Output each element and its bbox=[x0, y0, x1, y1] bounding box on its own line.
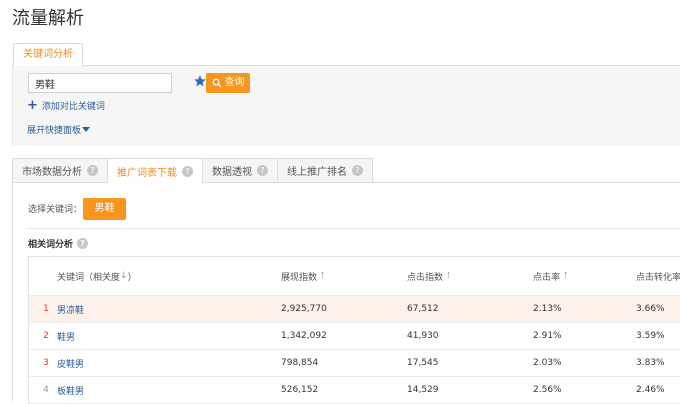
row-keyword-link[interactable]: 男凉鞋 bbox=[57, 296, 84, 322]
table-row[interactable]: 3 皮鞋男 798,854 17,545 2.03% 3.83% bbox=[29, 350, 680, 377]
col-clicks-label: 点击指数 bbox=[407, 272, 444, 283]
row-rank: 4 bbox=[43, 385, 49, 395]
query-button-label: 查询 bbox=[224, 77, 245, 88]
row-clicks: 41,930 bbox=[407, 331, 439, 341]
col-ctr-label: 点击率 bbox=[533, 272, 561, 283]
row-rank: 2 bbox=[43, 331, 49, 341]
row-ctr: 2.03% bbox=[533, 358, 562, 368]
expand-quick-panel-link[interactable]: 展开快捷面板 bbox=[27, 123, 91, 136]
tab-keyword-download[interactable]: 推广词表下载 ? bbox=[107, 158, 203, 183]
col-impressions-label: 展现指数 bbox=[281, 272, 318, 283]
row-impressions: 1,342,092 bbox=[281, 331, 327, 341]
col-keyword[interactable]: 关键词（相关度 ↓ ） bbox=[57, 257, 137, 295]
query-button[interactable]: 查询 bbox=[206, 73, 250, 93]
analysis-tabs: 市场数据分析 ? 推广词表下载 ? 数据透视 ? 线上推广排名 ? bbox=[12, 158, 373, 183]
help-icon[interactable]: ? bbox=[352, 165, 363, 176]
help-icon[interactable]: ? bbox=[257, 165, 268, 176]
row-cvr: 3.59% bbox=[636, 331, 665, 341]
row-clicks: 17,545 bbox=[407, 358, 439, 368]
table-header: 关键词（相关度 ↓ ） 展现指数 🠑 点击指数 🠑 点击率 🠑 点击转化率 bbox=[29, 257, 680, 296]
row-keyword-link[interactable]: 皮鞋男 bbox=[57, 350, 84, 376]
star-icon[interactable] bbox=[193, 74, 207, 88]
row-keyword-link[interactable]: 鞋男 bbox=[57, 323, 75, 349]
help-icon[interactable]: ? bbox=[87, 165, 98, 176]
tab-label: 数据透视 bbox=[212, 167, 252, 178]
selected-keyword-chip[interactable]: 男鞋 bbox=[83, 198, 126, 220]
sort-up-icon: 🠑 bbox=[321, 271, 325, 281]
page-title: 流量解析 bbox=[12, 8, 84, 29]
tab-market-data[interactable]: 市场数据分析 ? bbox=[12, 158, 108, 182]
row-impressions: 2,925,770 bbox=[281, 304, 327, 314]
row-rank: 3 bbox=[43, 358, 49, 368]
row-clicks: 14,529 bbox=[407, 385, 439, 395]
row-ctr: 2.56% bbox=[533, 385, 562, 395]
col-clicks[interactable]: 点击指数 🠑 bbox=[407, 257, 450, 295]
col-cvr-label: 点击转化率 bbox=[636, 272, 680, 283]
section-title-label: 相关词分析 bbox=[28, 240, 74, 250]
sort-down-icon: ↓ bbox=[120, 271, 128, 281]
help-icon[interactable]: ? bbox=[182, 165, 193, 177]
section-title: 相关词分析 ? bbox=[28, 237, 89, 250]
table-row[interactable]: 1 男凉鞋 2,925,770 67,512 2.13% 3.66% bbox=[29, 296, 680, 323]
sort-up-icon: 🠑 bbox=[564, 271, 568, 281]
row-rank: 1 bbox=[43, 304, 49, 314]
caret-down-icon bbox=[82, 127, 91, 132]
select-keyword-label: 选择关键词： bbox=[28, 205, 83, 215]
table-row[interactable]: 2 鞋男 1,342,092 41,930 2.91% 3.59% bbox=[29, 323, 680, 350]
row-impressions: 798,854 bbox=[281, 358, 319, 368]
tab-keyword-analysis[interactable]: 关键词分析 bbox=[13, 43, 83, 66]
col-cvr[interactable]: 点击转化率 bbox=[636, 257, 680, 295]
row-ctr: 2.13% bbox=[533, 304, 562, 314]
row-cvr: 3.83% bbox=[636, 358, 665, 368]
tab-online-ranking[interactable]: 线上推广排名 ? bbox=[277, 158, 373, 182]
help-icon[interactable]: ? bbox=[77, 238, 89, 249]
expand-panel-label: 展开快捷面板 bbox=[27, 126, 82, 136]
col-keyword-close: ） bbox=[127, 272, 137, 283]
plus-icon: + bbox=[27, 97, 38, 113]
col-ctr[interactable]: 点击率 🠑 bbox=[533, 257, 567, 295]
row-cvr: 3.66% bbox=[636, 304, 665, 314]
tab-label: 市场数据分析 bbox=[22, 167, 82, 178]
search-panel: 查询 + 添加对比关键词 展开快捷面板 bbox=[12, 65, 680, 146]
tab-data-pivot[interactable]: 数据透视 ? bbox=[202, 158, 278, 182]
divider bbox=[27, 228, 680, 229]
tab-label: 推广词表下载 bbox=[117, 167, 177, 179]
row-cvr: 2.46% bbox=[636, 385, 665, 395]
row-ctr: 2.91% bbox=[533, 331, 562, 341]
add-compare-keyword-link[interactable]: + 添加对比关键词 bbox=[27, 97, 105, 113]
col-impressions[interactable]: 展现指数 🠑 bbox=[281, 257, 324, 295]
col-keyword-label: 关键词（相关度 bbox=[57, 272, 121, 283]
row-keyword-link[interactable]: 板鞋男 bbox=[57, 377, 84, 403]
add-compare-label: 添加对比关键词 bbox=[41, 102, 105, 112]
row-clicks: 67,512 bbox=[407, 304, 439, 314]
keyword-input[interactable] bbox=[28, 73, 172, 93]
row-impressions: 526,152 bbox=[281, 385, 319, 395]
tab-content: 选择关键词： 男鞋 相关词分析 ? 关键词（相关度 ↓ ） 展现指数 🠑 点击指… bbox=[12, 182, 680, 404]
sort-up-icon: 🠑 bbox=[447, 271, 451, 281]
tab-label: 线上推广排名 bbox=[287, 167, 347, 178]
related-keywords-table: 关键词（相关度 ↓ ） 展现指数 🠑 点击指数 🠑 点击率 🠑 点击转化率 1 bbox=[28, 256, 680, 404]
search-icon bbox=[212, 78, 221, 88]
